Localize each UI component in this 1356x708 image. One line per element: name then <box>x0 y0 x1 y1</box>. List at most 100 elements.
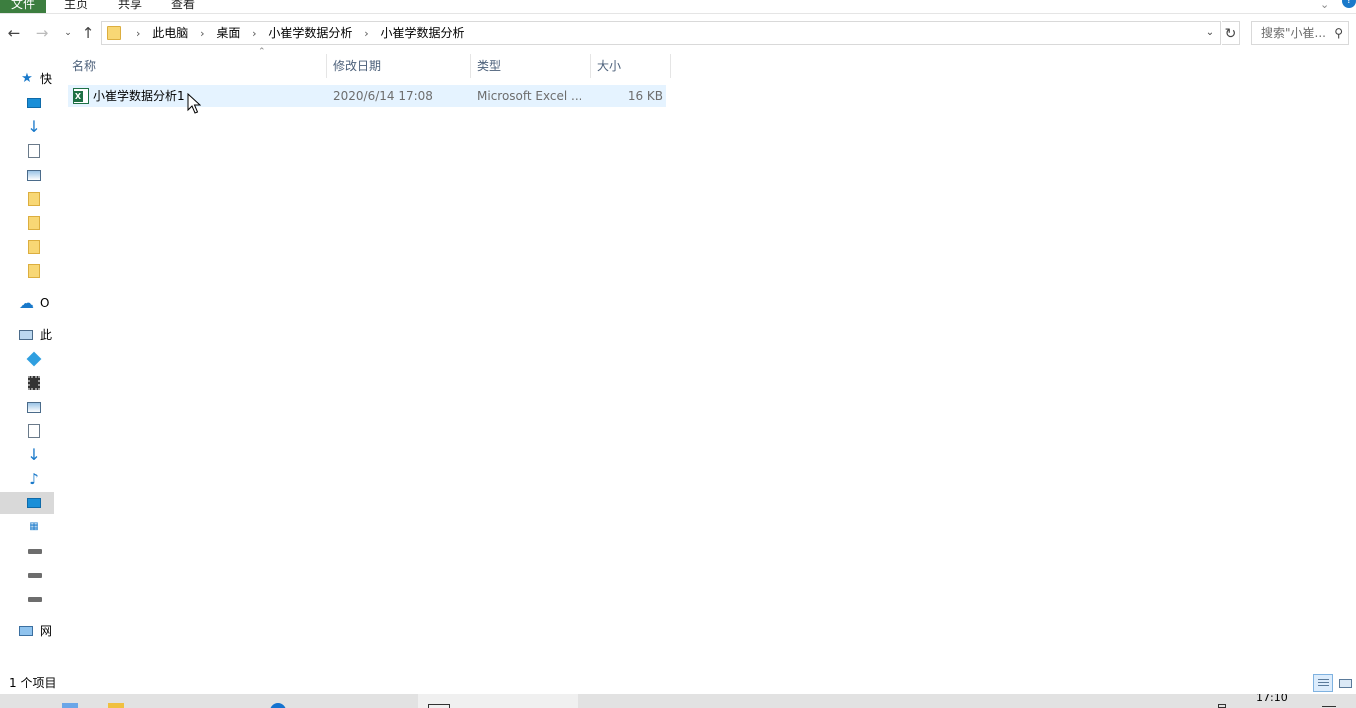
nav-item-folder[interactable] <box>0 260 54 282</box>
breadcrumb-folder-current[interactable]: 小崔学数据分析 <box>380 26 464 40</box>
nav-item-onedrive[interactable]: ☁ O <box>0 292 54 314</box>
nav-item-downloads[interactable]: ↓ <box>0 116 54 138</box>
nav-item-pictures[interactable] <box>0 164 54 186</box>
3d-objects-icon <box>26 351 42 367</box>
item-count: 1 个项目 <box>9 676 57 690</box>
refresh-icon[interactable]: ↻ <box>1222 21 1240 45</box>
nav-item-drive[interactable] <box>0 540 54 562</box>
breadcrumb-folder-parent[interactable]: 小崔学数据分析 <box>268 26 352 40</box>
taskbar-browser-icon[interactable] <box>270 703 286 708</box>
video-icon <box>28 376 40 390</box>
navigation-bar: ← → ⌄ ↑ › 此电脑 › 桌面 › 小崔学数据分析 › 小崔学数据分析 ⌄… <box>0 18 1356 48</box>
music-icon: ♪ <box>29 470 39 488</box>
nav-item-videos[interactable] <box>0 372 54 394</box>
tab-file[interactable]: 文件 <box>0 0 46 13</box>
breadcrumb-separator-icon[interactable]: › <box>252 27 256 40</box>
file-date: 2020/6/14 17:08 <box>333 89 433 103</box>
details-view-icon <box>1318 679 1329 688</box>
folder-icon <box>28 240 40 254</box>
taskbar-clock[interactable]: 17:10 <box>1256 694 1288 704</box>
drive-icon <box>28 549 42 554</box>
status-bar: 1 个项目 <box>0 672 1356 694</box>
excel-file-icon: X <box>73 88 89 104</box>
breadcrumb-separator-icon[interactable]: › <box>136 27 140 40</box>
column-header-date[interactable]: 修改日期 <box>327 54 471 78</box>
search-input[interactable]: 搜索"小崔... ⚲ <box>1251 21 1349 45</box>
column-header-size[interactable]: 大小 <box>591 54 671 78</box>
address-bar[interactable]: › 此电脑 › 桌面 › 小崔学数据分析 › 小崔学数据分析 ⌄ <box>101 21 1221 45</box>
ribbon-tab-strip: 文件 主页 共享 查看 ⌄ ? <box>0 0 1356 14</box>
desktop-icon <box>27 498 41 508</box>
forward-arrow-icon[interactable]: → <box>32 22 52 44</box>
details-view-button[interactable] <box>1313 674 1333 692</box>
large-icons-view-icon <box>1339 679 1352 688</box>
column-header-type[interactable]: 类型 <box>471 54 591 78</box>
expand-ribbon-chevron-icon[interactable]: ⌄ <box>1320 0 1329 11</box>
desktop-icon <box>27 98 41 108</box>
recent-locations-chevron-icon[interactable]: ⌄ <box>58 22 78 44</box>
help-icon[interactable]: ? <box>1342 0 1356 8</box>
taskbar-app-icon[interactable] <box>62 703 78 708</box>
nav-item-downloads[interactable]: ↓ <box>0 444 54 466</box>
nav-item-desktop[interactable] <box>0 492 54 514</box>
large-icons-view-button[interactable] <box>1335 674 1355 692</box>
download-icon: ↓ <box>27 445 41 464</box>
search-icon: ⚲ <box>1334 26 1343 40</box>
breadcrumb-desktop[interactable]: 桌面 <box>216 26 240 40</box>
document-icon <box>28 144 40 158</box>
folder-icon <box>107 26 121 40</box>
folder-icon <box>28 192 40 206</box>
back-arrow-icon[interactable]: ← <box>4 22 24 44</box>
up-arrow-icon[interactable]: ↑ <box>78 22 98 44</box>
column-headers: ⌃ 名称 修改日期 类型 大小 <box>66 47 672 78</box>
taskbar-tray-icon[interactable] <box>1218 704 1226 708</box>
file-size: 16 KB <box>627 89 663 103</box>
nav-item-pictures[interactable] <box>0 396 54 418</box>
computer-icon <box>19 330 33 340</box>
nav-item-folder[interactable] <box>0 212 54 234</box>
breadcrumb-this-pc[interactable]: 此电脑 <box>152 26 188 40</box>
column-header-name[interactable]: 名称 <box>66 54 327 78</box>
nav-item-folder[interactable] <box>0 236 54 258</box>
drive-icon <box>28 597 42 602</box>
search-placeholder: 搜索"小崔... <box>1261 26 1326 40</box>
nav-item-desktop[interactable] <box>0 92 54 114</box>
breadcrumb-separator-icon[interactable]: › <box>200 27 204 40</box>
nav-item-music[interactable]: ♪ <box>0 468 54 490</box>
tab-view[interactable]: 查看 <box>171 0 195 13</box>
file-row[interactable]: X 小崔学数据分析1 2020/6/14 17:08 Microsoft Exc… <box>68 85 666 107</box>
pictures-icon <box>27 402 41 413</box>
nav-item-windows-drive[interactable]: ▦ <box>0 516 54 538</box>
folder-icon <box>28 216 40 230</box>
network-icon <box>19 626 33 636</box>
onedrive-icon: ☁ <box>19 294 34 312</box>
address-dropdown-chevron-icon[interactable]: ⌄ <box>1202 22 1218 44</box>
notification-icon[interactable] <box>1322 706 1336 707</box>
drive-icon <box>28 573 42 578</box>
pictures-icon <box>27 170 41 181</box>
nav-item-drive[interactable] <box>0 588 54 610</box>
file-type: Microsoft Excel ... <box>477 89 581 103</box>
document-icon <box>28 424 40 438</box>
tab-share[interactable]: 共享 <box>118 0 142 13</box>
download-icon: ↓ <box>27 117 41 136</box>
nav-item-quick-access[interactable]: ★ 快 <box>0 68 54 90</box>
nav-item-this-pc[interactable]: 此 <box>0 324 54 346</box>
nav-item-folder[interactable] <box>0 188 54 210</box>
folder-icon <box>28 264 40 278</box>
ribbon-controls: ⌄ ? <box>1316 0 1356 12</box>
nav-item-documents[interactable] <box>0 420 54 442</box>
breadcrumb-separator-icon[interactable]: › <box>364 27 368 40</box>
nav-item-3d-objects[interactable] <box>0 348 54 370</box>
tab-home[interactable]: 主页 <box>64 0 88 13</box>
taskbar: 17:10 <box>0 694 1356 708</box>
nav-item-documents[interactable] <box>0 140 54 162</box>
taskbar-file-explorer-icon[interactable] <box>108 703 124 708</box>
file-explorer-window: 文件 主页 共享 查看 ⌄ ? ← → ⌄ ↑ › 此电脑 › 桌面 › 小崔学… <box>0 0 1356 708</box>
nav-item-drive[interactable] <box>0 564 54 586</box>
nav-item-network[interactable]: 网 <box>0 620 54 642</box>
star-icon: ★ <box>21 71 33 86</box>
breadcrumb: › 此电脑 › 桌面 › 小崔学数据分析 › 小崔学数据分析 <box>128 22 464 44</box>
navigation-pane: ★ 快 ↓ ☁ O 此 ↓ ♪ ▦ 网 <box>0 52 54 672</box>
taskbar-window-icon[interactable] <box>428 704 450 708</box>
